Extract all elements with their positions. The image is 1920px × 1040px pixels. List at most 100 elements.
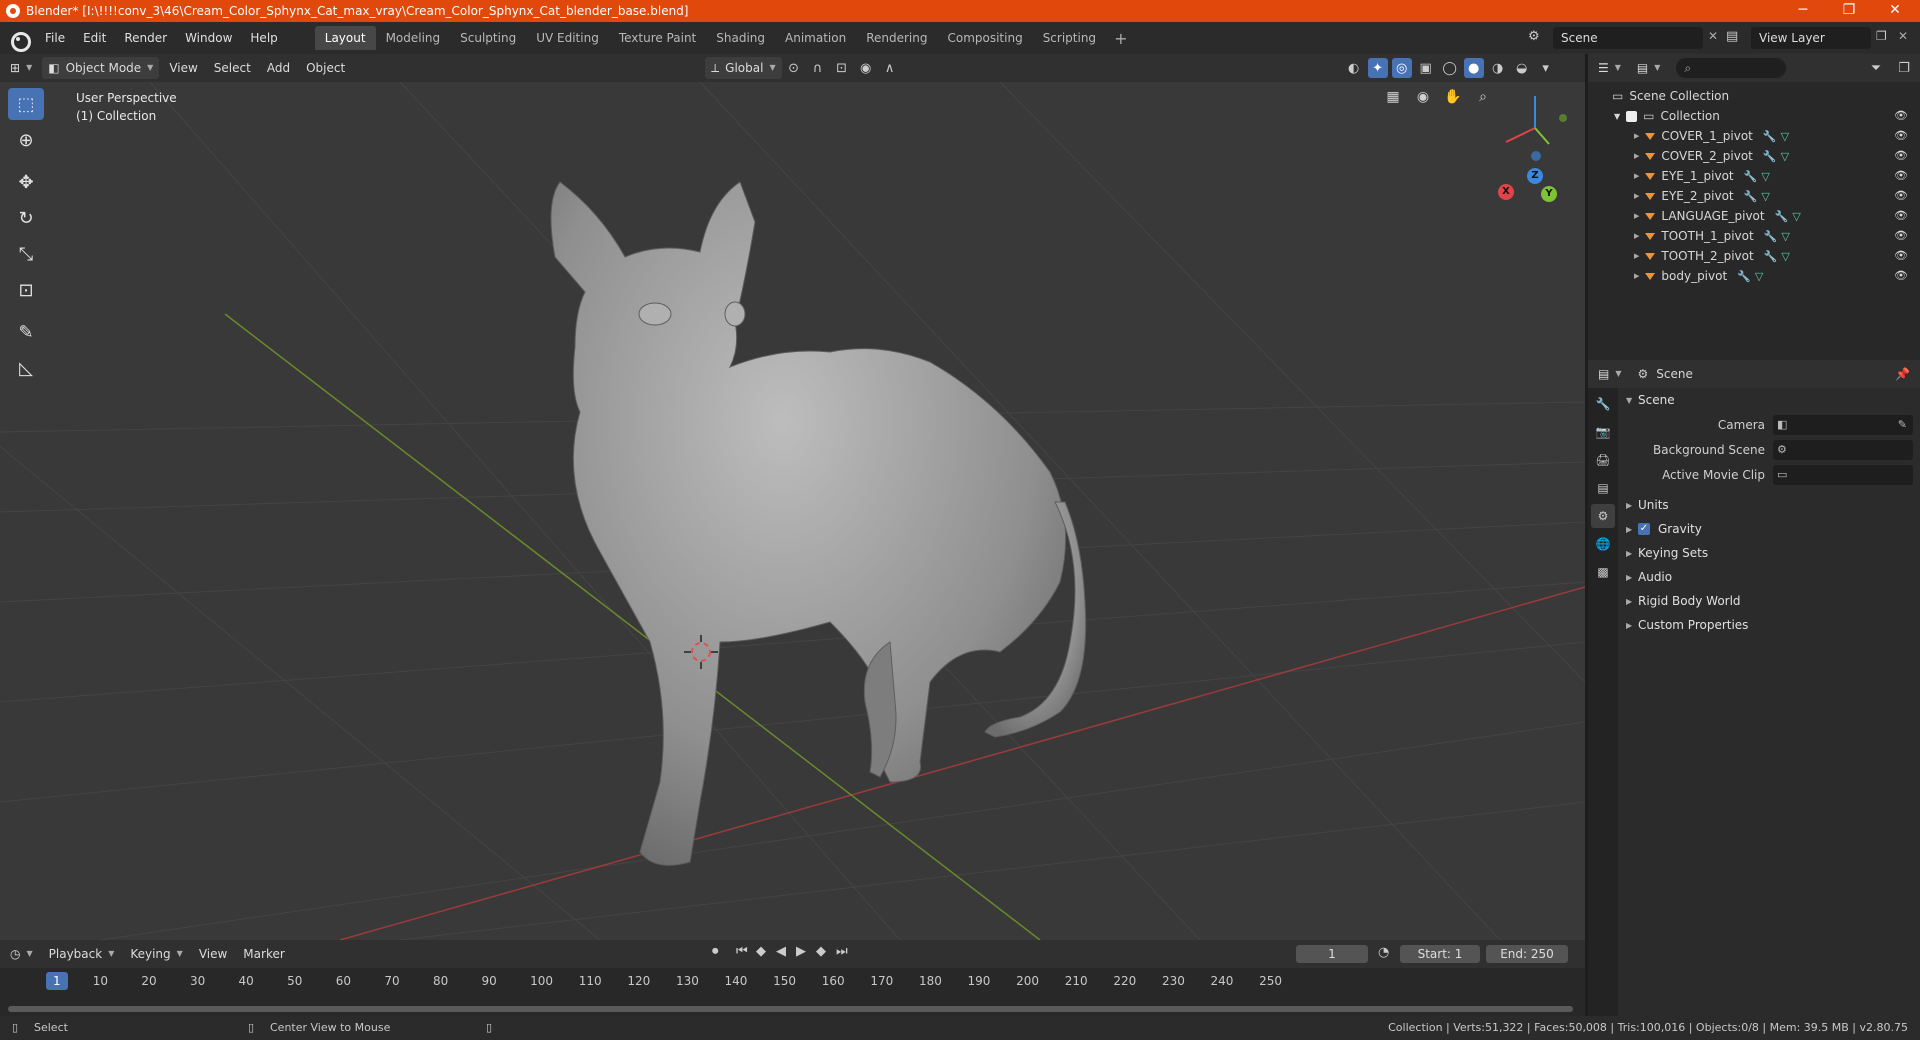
modifier-icon[interactable]: 🔧 [1744, 170, 1758, 183]
rendered-shading-icon[interactable]: ◒ [1512, 58, 1532, 78]
expand-object-icon[interactable]: ▶ [1634, 212, 1639, 220]
snap-icon[interactable]: ∩ [808, 58, 828, 78]
menu-marker[interactable]: Marker [237, 943, 290, 965]
start-frame-field[interactable]: Start: 1 [1400, 945, 1480, 963]
modifier-icon[interactable]: 🔧 [1764, 250, 1778, 263]
cat-model[interactable] [550, 181, 1087, 866]
menu-playback[interactable]: Playback ▼ [43, 943, 121, 965]
timeline-editor-type-button[interactable]: ◷ ▼ [4, 943, 39, 965]
camera-view-icon[interactable]: ◉ [1410, 84, 1436, 110]
eyedropper-icon[interactable]: ✎ [1898, 418, 1907, 431]
next-keyframe-icon[interactable]: ◆ [816, 944, 826, 959]
scene-selector[interactable]: Scene [1553, 27, 1703, 49]
tab-sculpting[interactable]: Sculpting [450, 26, 526, 50]
shading-options-icon[interactable]: ▾ [1536, 58, 1556, 78]
tab-texture-paint[interactable]: Texture Paint [609, 26, 706, 50]
object-eye-icon[interactable]: 👁 [1894, 169, 1908, 182]
object-eye-icon[interactable]: 👁 [1894, 249, 1908, 262]
menu-keying[interactable]: Keying ▼ [124, 943, 188, 965]
properties-editor-type-button[interactable]: ▤ ▼ [1592, 363, 1628, 385]
active-movie-clip-field[interactable]: ▭ [1773, 464, 1913, 485]
mesh-data-icon[interactable]: ▽ [1781, 230, 1789, 243]
outliner-scene-collection[interactable]: ▭ Scene Collection [1588, 86, 1920, 106]
background-scene-field[interactable]: ⚙ [1773, 439, 1913, 460]
object-eye-icon[interactable]: 👁 [1894, 149, 1908, 162]
modifier-icon[interactable]: 🔧 [1744, 190, 1758, 203]
menu-add[interactable]: Add [261, 57, 296, 79]
filter-icon[interactable]: ⏷ [1866, 58, 1886, 78]
xray-icon[interactable]: ▣ [1416, 58, 1436, 78]
close-scene-icon[interactable]: ✕ [1708, 29, 1718, 43]
view-layer-props-tab-icon[interactable]: ▤ [1591, 476, 1615, 500]
world-props-tab-icon[interactable]: 🌐 [1591, 532, 1615, 556]
gizmo-z-axis[interactable]: Z [1527, 168, 1543, 184]
menu-render[interactable]: Render [115, 27, 176, 49]
object-eye-icon[interactable]: 👁 [1894, 129, 1908, 142]
scale-tool-icon[interactable]: ⤡ [8, 238, 44, 270]
record-icon[interactable]: ⏺ [712, 944, 719, 959]
add-workspace-icon[interactable]: + [1106, 29, 1135, 48]
audio-panel-header[interactable]: ▶ Audio [1618, 565, 1920, 589]
outliner-editor-type-button[interactable]: ☰ ▼ [1592, 57, 1627, 79]
navigation-gizmo[interactable] [1505, 96, 1567, 161]
expand-object-icon[interactable]: ▶ [1634, 152, 1639, 160]
rotate-tool-icon[interactable]: ↻ [8, 202, 44, 234]
pin-icon[interactable]: 📌 [1895, 367, 1910, 381]
mesh-data-icon[interactable]: ▽ [1781, 130, 1789, 143]
scene-props-tab-icon[interactable]: ⚙ [1591, 504, 1615, 528]
toggle-grid-icon[interactable]: ▦ [1380, 84, 1406, 110]
visibility-icon[interactable]: ◐ [1344, 58, 1364, 78]
mesh-data-icon[interactable]: ▽ [1792, 210, 1800, 223]
prev-keyframe-icon[interactable]: ◆ [756, 944, 766, 959]
menu-file[interactable]: File [36, 27, 74, 49]
timeline-scrollbar[interactable] [8, 1006, 1573, 1012]
custom-properties-panel-header[interactable]: ▶ Custom Properties [1618, 613, 1920, 637]
orientation-selector[interactable]: ⟂ Global ▼ [705, 57, 782, 79]
close-button[interactable]: ✕ [1872, 0, 1918, 22]
new-view-layer-icon[interactable]: ❐ [1876, 29, 1887, 43]
scene-icon[interactable]: ⚙ [1528, 29, 1540, 44]
expand-object-icon[interactable]: ▶ [1634, 252, 1639, 260]
outliner-object-row[interactable]: ▶ EYE_1_pivot 🔧 ▽ 👁 [1588, 166, 1920, 186]
solid-shading-icon[interactable]: ● [1463, 58, 1484, 78]
tab-scripting[interactable]: Scripting [1033, 26, 1106, 50]
tab-animation[interactable]: Animation [775, 26, 856, 50]
tab-modeling[interactable]: Modeling [376, 26, 451, 50]
expand-object-icon[interactable]: ▶ [1634, 132, 1639, 140]
tab-uv-editing[interactable]: UV Editing [526, 26, 609, 50]
pivot-point-icon[interactable]: ⊙ [784, 58, 804, 78]
modifier-icon[interactable]: 🔧 [1764, 230, 1778, 243]
current-frame-field[interactable]: 1 [1296, 945, 1368, 963]
tab-compositing[interactable]: Compositing [937, 26, 1032, 50]
outliner-object-row[interactable]: ▶ EYE_2_pivot 🔧 ▽ 👁 [1588, 186, 1920, 206]
outliner-object-row[interactable]: ▶ TOOTH_1_pivot 🔧 ▽ 👁 [1588, 226, 1920, 246]
cursor-tool-icon[interactable]: ⊕ [8, 124, 44, 156]
tab-rendering[interactable]: Rendering [856, 26, 937, 50]
menu-edit[interactable]: Edit [74, 27, 115, 49]
output-props-tab-icon[interactable]: 🖨 [1591, 448, 1615, 472]
units-panel-header[interactable]: ▶ Units [1618, 493, 1920, 517]
zoom-view-icon[interactable]: ⌕ [1470, 84, 1496, 110]
select-box-tool-icon[interactable]: ⬚ [8, 88, 44, 120]
gizmo-y-axis[interactable]: Y [1541, 186, 1557, 202]
play-icon[interactable]: ▶ [796, 944, 806, 959]
blender-logo-icon[interactable] [8, 27, 31, 52]
keying-sets-panel-header[interactable]: ▶ Keying Sets [1618, 541, 1920, 565]
transform-tool-icon[interactable]: ⊡ [8, 274, 44, 306]
new-collection-icon[interactable]: ❐ [1894, 58, 1914, 78]
tool-props-tab-icon[interactable]: 🔧 [1591, 392, 1615, 416]
scene-panel-header[interactable]: ▼ Scene [1618, 388, 1920, 412]
timeline-area[interactable]: 1 10 20 30 40 50 60 70 80 90 100 110 120 130 140 150 160… [0, 968, 1585, 1016]
modifier-icon[interactable]: 🔧 [1775, 210, 1789, 223]
jump-start-icon[interactable]: ⏮ [736, 944, 748, 959]
gizmo-toggle-icon[interactable]: ✦ [1367, 58, 1388, 78]
wireframe-shading-icon[interactable]: ◯ [1440, 58, 1460, 78]
object-eye-icon[interactable]: 👁 [1894, 269, 1908, 282]
modifier-icon[interactable]: 🔧 [1737, 270, 1751, 283]
mesh-data-icon[interactable]: ▽ [1781, 150, 1789, 163]
modifier-icon[interactable]: 🔧 [1763, 150, 1777, 163]
render-props-tab-icon[interactable]: 📷 [1591, 420, 1615, 444]
expand-object-icon[interactable]: ▶ [1634, 232, 1639, 240]
mode-selector[interactable]: ◧ Object Mode ▼ [42, 57, 160, 79]
outliner-object-row[interactable]: ▶ COVER_1_pivot 🔧 ▽ 👁 [1588, 126, 1920, 146]
